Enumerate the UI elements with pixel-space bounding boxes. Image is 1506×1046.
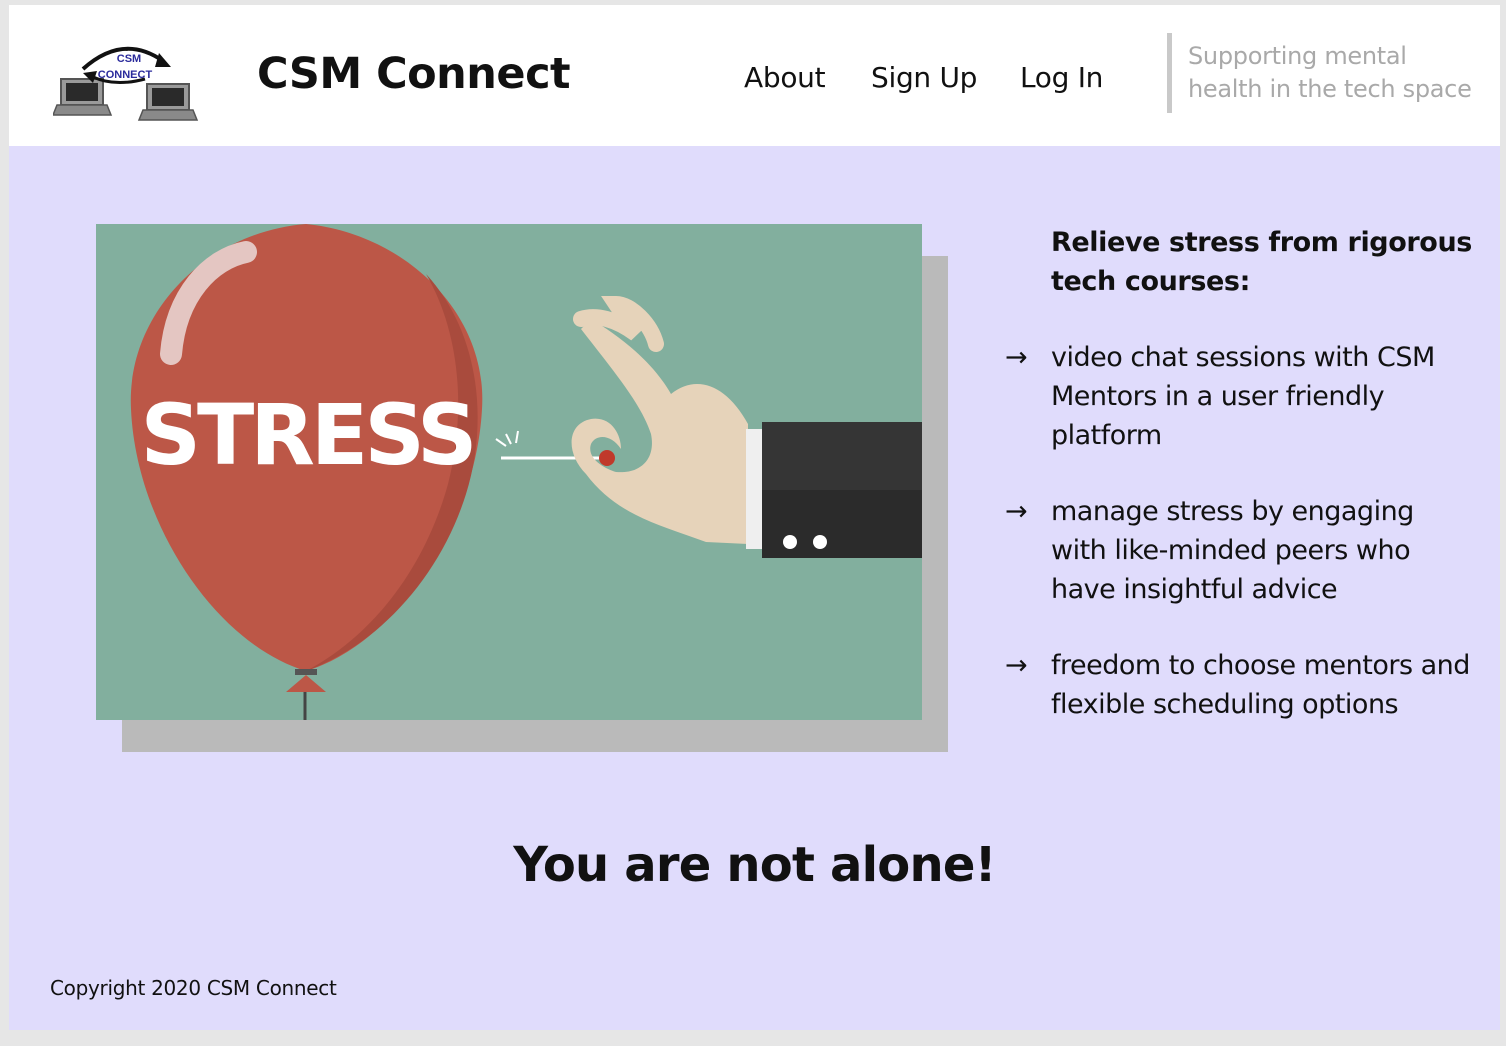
benefit-text: manage stress by engaging with like-mind… — [1051, 496, 1414, 605]
logo-text-bottom: CONNECT — [98, 69, 153, 81]
brand-title[interactable]: CSM Connect — [257, 49, 571, 99]
slogan: You are not alone! — [513, 837, 996, 893]
balloon-stress-text: STRESS — [140, 386, 473, 484]
balloon-icon: STRESS — [130, 224, 483, 720]
header: CSM CONNECT CSM Connect About Sign Up Lo… — [9, 5, 1500, 146]
laptops-logo-icon: CSM CONNECT — [51, 46, 199, 121]
arrow-right-icon: → — [1005, 650, 1028, 681]
nav-link-sign-up[interactable]: Sign Up — [871, 61, 977, 94]
benefit-item: → video chat sessions with CSM Mentors i… — [1005, 338, 1475, 455]
benefits-section: Relieve stress from rigorous tech course… — [1005, 223, 1475, 724]
header-divider — [1167, 33, 1172, 113]
hero-image: STRESS — [96, 224, 922, 720]
hand-with-pin-icon — [495, 295, 922, 558]
page: CSM CONNECT CSM Connect About Sign Up Lo… — [9, 5, 1500, 1030]
logo-text-top: CSM — [117, 53, 141, 65]
arrow-right-icon: → — [1005, 342, 1028, 373]
nav-link-about[interactable]: About — [744, 61, 826, 94]
logo[interactable]: CSM CONNECT — [51, 35, 199, 125]
nav-link-log-in[interactable]: Log In — [1020, 61, 1103, 94]
benefit-item: → manage stress by engaging with like-mi… — [1005, 492, 1475, 609]
arrow-right-icon: → — [1005, 496, 1028, 527]
copyright-text: Copyright 2020 CSM Connect — [50, 976, 337, 1000]
benefits-heading: Relieve stress from rigorous tech course… — [1051, 227, 1472, 297]
benefit-item: → freedom to choose mentors and flexible… — [1005, 646, 1475, 724]
header-tagline: Supporting mental health in the tech spa… — [1188, 42, 1472, 103]
benefit-text: video chat sessions with CSM Mentors in … — [1051, 342, 1435, 451]
benefit-text: freedom to choose mentors and flexible s… — [1051, 650, 1470, 720]
